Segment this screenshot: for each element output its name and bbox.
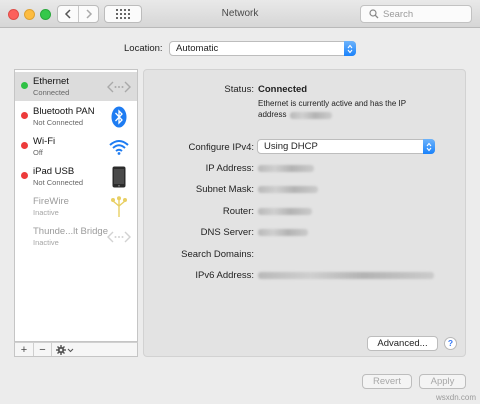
service-name: Ethernet [33,76,69,87]
gear-icon [55,344,73,355]
service-status: Inactive [33,208,59,217]
service-firewire[interactable]: FireWire Inactive [15,192,137,221]
service-ipad-usb[interactable]: iPad USB Not Connected [15,162,137,191]
configure-ipv4-value: Using DHCP [264,141,318,152]
redacted-subnet-mask [258,186,318,193]
router-label: Router: [222,206,254,217]
help-button[interactable]: ? [444,337,457,350]
wifi-icon [107,136,131,158]
service-name: Bluetooth PAN [33,106,95,117]
minus-icon: − [39,343,46,356]
updown-arrows-icon [423,139,435,154]
search-domains-label: Search Domains: [181,249,254,260]
service-name: iPad USB [33,166,75,177]
status-description-address: address [258,110,287,119]
service-wifi[interactable]: Wi-Fi Off [15,132,137,161]
watermark: wsxdn.com [435,393,476,402]
location-popup[interactable]: Automatic [169,41,356,56]
firewire-icon [107,196,131,218]
window-titlebar: Network Search [0,0,480,28]
add-service-button[interactable]: + [15,343,33,356]
service-thunderbolt-bridge[interactable]: Thunde...lt Bridge Inactive [15,222,137,251]
status-dot [21,82,28,89]
dns-server-label: DNS Server: [200,227,254,238]
redacted-ip-address [258,165,314,172]
action-menu-button[interactable] [51,343,77,356]
redacted-ipv6-address [258,272,434,279]
service-bluetooth-pan[interactable]: Bluetooth PAN Not Connected [15,102,137,131]
bluetooth-icon [107,106,131,128]
updown-arrows-icon [344,41,356,56]
status-dot [21,112,28,119]
subnet-mask-label: Subnet Mask: [195,184,254,195]
search-input[interactable]: Search [360,5,472,23]
service-name: Thunde...lt Bridge [33,226,108,237]
ethernet-icon [107,76,131,98]
service-status: Off [33,148,43,157]
service-ethernet[interactable]: Ethernet Connected [15,72,137,101]
service-status: Not Connected [33,178,84,187]
search-placeholder: Search [383,8,414,20]
revert-button[interactable]: Revert [362,374,412,389]
status-dot [21,142,28,149]
plus-icon: + [20,343,28,356]
service-name: Wi-Fi [33,136,56,147]
service-status: Inactive [33,238,59,247]
redacted-ip [290,112,332,119]
advanced-button[interactable]: Advanced... [367,336,438,351]
search-icon [369,9,379,19]
status-value: Connected [258,84,308,95]
ipad-icon [107,166,131,188]
service-status: Connected [33,88,70,97]
location-label: Location: [124,43,163,54]
configure-ipv4-label: Configure IPv4: [188,142,254,153]
ipv6-address-label: IPv6 Address: [195,270,254,281]
service-toolbar: + − [14,342,138,357]
configure-ipv4-popup[interactable]: Using DHCP [257,139,435,154]
remove-service-button[interactable]: − [33,343,51,356]
status-label: Status: [224,84,254,95]
status-dot [21,172,28,179]
ip-address-label: IP Address: [205,163,254,174]
thunderbolt-bridge-icon [107,226,131,248]
redacted-dns-server [258,229,308,236]
service-name: FireWire [33,196,69,207]
apply-button[interactable]: Apply [419,374,466,389]
status-description: Ethernet is currently active and has the… [258,99,407,108]
service-list: Ethernet Connected Bluetooth PAN Not Con… [14,69,138,342]
service-status: Not Connected [33,118,84,127]
location-value: Automatic [176,43,219,54]
redacted-router [258,208,312,215]
